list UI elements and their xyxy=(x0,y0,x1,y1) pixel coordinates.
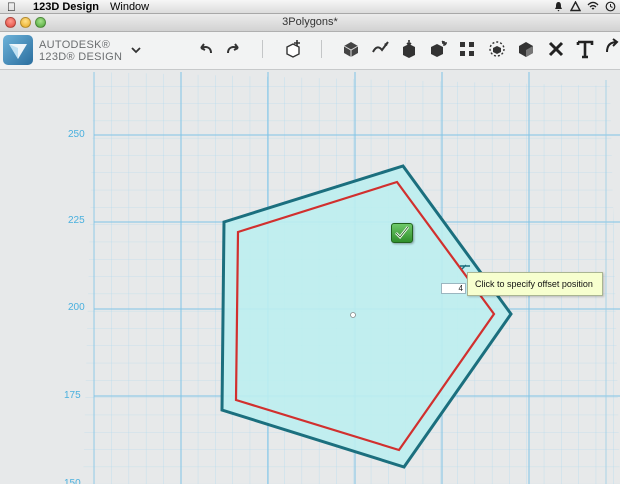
grouping-icon[interactable] xyxy=(486,38,508,60)
snap-icon[interactable] xyxy=(603,38,620,60)
polygon-center-point xyxy=(350,312,356,318)
box-icon[interactable] xyxy=(340,38,362,60)
combine-icon[interactable] xyxy=(515,38,537,60)
brand-123d-design: 123D® DESIGN xyxy=(39,51,123,63)
primitives-icon[interactable] xyxy=(282,38,304,60)
chevron-down-icon[interactable] xyxy=(128,42,144,58)
pattern-icon[interactable] xyxy=(456,38,478,60)
grid-label-250: 250 xyxy=(68,129,85,140)
toolbar-divider xyxy=(321,40,322,58)
offset-value-input[interactable]: 4 xyxy=(441,283,466,294)
modify-icon[interactable] xyxy=(427,38,449,60)
grid-label-175: 175 xyxy=(64,390,81,401)
time-machine-icon[interactable] xyxy=(605,1,616,12)
text-icon[interactable] xyxy=(574,38,596,60)
brand-autodesk: AUTODESK® xyxy=(39,39,111,51)
document-title: 3Polygons* xyxy=(282,16,338,28)
menu-window[interactable]: Window xyxy=(110,0,149,14)
grid-label-150: 150 xyxy=(64,478,81,484)
grid-label-225: 225 xyxy=(68,215,85,226)
undo-icon[interactable] xyxy=(195,38,217,60)
grid-label-200: 200 xyxy=(68,302,85,313)
menu-app-name[interactable]: 123D Design xyxy=(33,0,99,14)
redo-icon[interactable] xyxy=(222,38,244,60)
notification-icon[interactable] xyxy=(553,1,564,12)
construct-icon[interactable] xyxy=(398,38,420,60)
confirm-check-button[interactable] xyxy=(391,223,413,243)
checkmark-icon xyxy=(395,226,410,239)
main-toolbar: AUTODESK® 123D® DESIGN xyxy=(0,32,620,70)
window-titlebar: 3Polygons* xyxy=(0,14,620,32)
delete-icon[interactable] xyxy=(545,38,567,60)
sync-icon[interactable] xyxy=(570,1,581,12)
sketch-icon[interactable] xyxy=(370,38,392,60)
mac-menubar:  123D Design Window xyxy=(0,0,620,14)
wifi-icon[interactable] xyxy=(587,1,599,12)
offset-tooltip: Click to specify offset position xyxy=(467,272,603,296)
toolbar-divider xyxy=(262,40,263,58)
apple-icon[interactable]:  xyxy=(7,0,16,14)
app-logo-icon[interactable] xyxy=(3,35,33,65)
status-tray xyxy=(553,1,616,12)
